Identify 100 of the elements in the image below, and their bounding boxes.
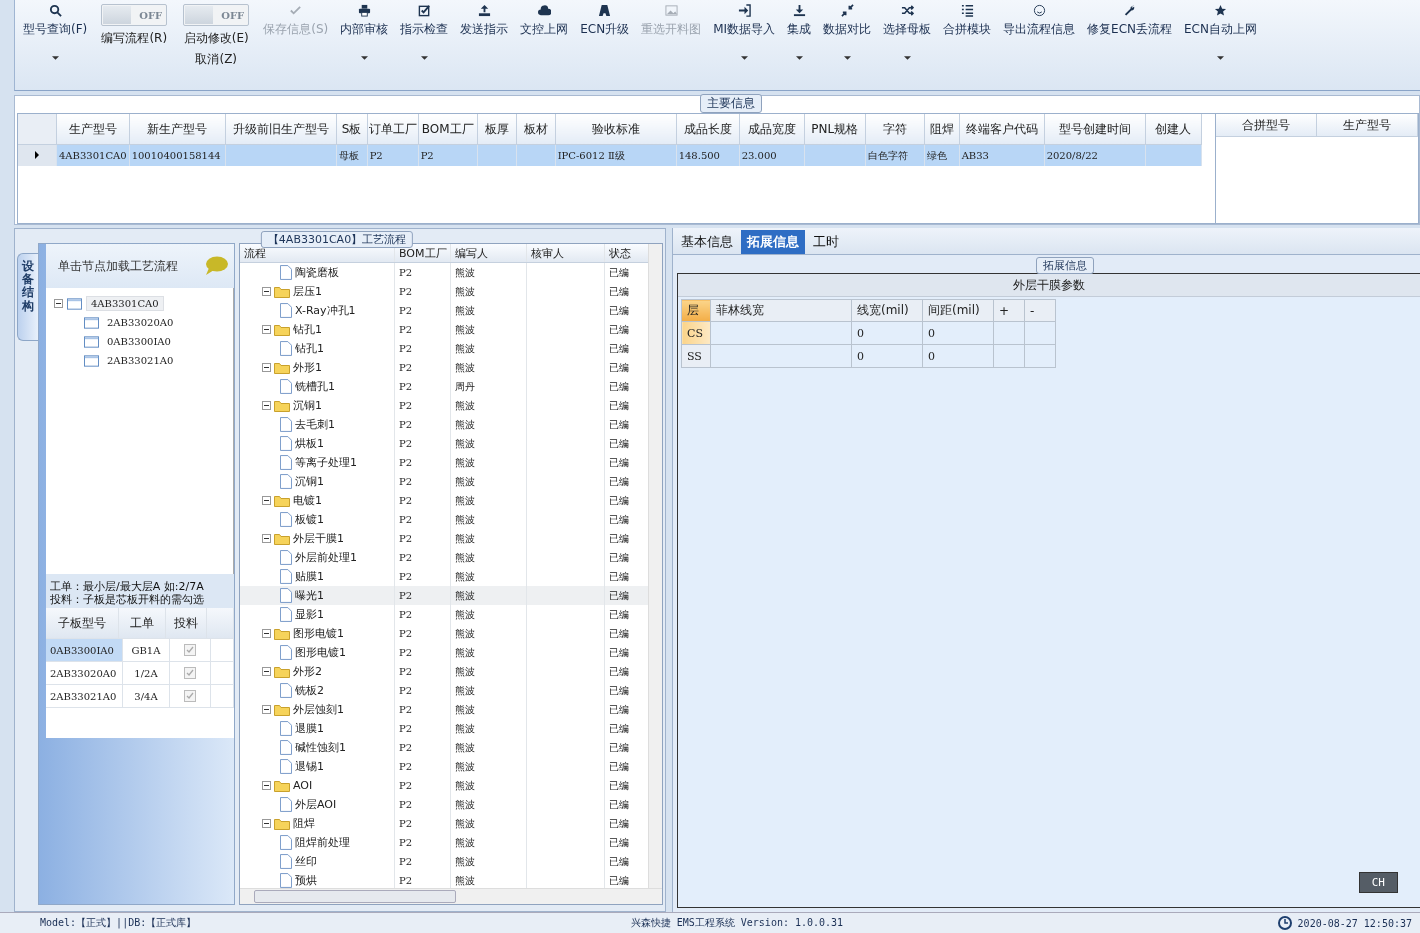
tree-item[interactable]: X-Ray冲孔1 (295, 303, 356, 318)
column-header[interactable]: BOM工厂 (418, 114, 478, 145)
column-header[interactable]: 成品长度 (676, 114, 740, 145)
column-header[interactable]: 线宽(mil) (851, 299, 923, 322)
column-header[interactable]: 间距(mil) (922, 299, 994, 322)
column-header[interactable]: 核审人 (527, 244, 605, 262)
tree-item[interactable]: 外形1 (293, 360, 322, 375)
column-header[interactable]: 验收标准 (555, 114, 677, 145)
collapse-icon[interactable] (262, 819, 271, 828)
tab[interactable]: 基本信息 (675, 230, 739, 254)
tree-item[interactable]: 烘板1 (295, 436, 324, 451)
column-header[interactable]: 阻焊 (924, 114, 960, 145)
column-header[interactable]: 创建人 (1145, 114, 1202, 145)
toolbar-button[interactable]: 修复ECN丢流程 (1083, 4, 1177, 68)
horizontal-scrollbar[interactable] (240, 888, 662, 904)
tab[interactable]: 拓展信息 (741, 230, 805, 254)
tree-item[interactable]: 层压1 (293, 284, 322, 299)
column-header[interactable]: 字符 (865, 114, 925, 145)
tree-item[interactable]: 电镀1 (293, 493, 322, 508)
collapse-icon[interactable] (54, 299, 63, 308)
column-header[interactable]: 订单工厂 (367, 114, 419, 145)
toolbar-button[interactable]: ECN升级 (576, 4, 634, 68)
column-header[interactable]: 终端客户代码 (959, 114, 1045, 145)
column-header[interactable]: 编写人 (451, 244, 527, 262)
column-header[interactable]: 板材 (516, 114, 556, 145)
tree-item[interactable]: 贴膜1 (295, 569, 324, 584)
tree-item[interactable]: 钻孔1 (295, 341, 324, 356)
tree-item[interactable]: 阻焊前处理 (295, 835, 350, 850)
tree-item[interactable]: 沉铜1 (293, 398, 322, 413)
tree-item[interactable]: 图形电镀1 (293, 626, 344, 641)
tree-item[interactable]: 钻孔1 (293, 322, 322, 337)
column-header[interactable]: 投料 (166, 608, 207, 638)
column-header[interactable]: 生产型号 (1317, 114, 1418, 136)
column-header[interactable]: PNL规格 (804, 114, 866, 145)
collapse-icon[interactable] (262, 534, 271, 543)
tree-item[interactable]: 铣槽孔1 (295, 379, 335, 394)
toolbar-button[interactable]: 选择母板 (879, 4, 936, 68)
tree-item[interactable]: 陶瓷磨板 (295, 265, 339, 280)
column-header[interactable]: - (1024, 299, 1056, 322)
tree-item[interactable]: 2AB33020A0 (103, 316, 178, 329)
toolbar-button[interactable]: 型号查询(F) (19, 4, 92, 68)
collapse-icon[interactable] (262, 363, 271, 372)
collapse-icon[interactable] (262, 667, 271, 676)
toolbar-button[interactable]: 文控上网 (516, 4, 573, 68)
toolbar-button[interactable]: 数据对比 (819, 4, 876, 68)
table-cell[interactable]: 0AB3300IA0 (46, 639, 123, 661)
tree-item[interactable]: 铣板2 (295, 683, 324, 698)
tree-item[interactable]: 等离子处理1 (295, 455, 357, 470)
column-header[interactable]: 新生产型号 (129, 114, 226, 145)
tree-item[interactable]: 4AB3301CA0 (86, 296, 164, 311)
collapse-icon[interactable] (262, 325, 271, 334)
toolbar-button[interactable]: 合拼模块 (939, 4, 996, 68)
tree-item[interactable]: 预烘 (295, 873, 317, 888)
table-cell[interactable]: SS (681, 344, 711, 368)
tree-item[interactable]: 图形电镀1 (295, 645, 346, 660)
tree-item[interactable]: 碱性蚀刻1 (295, 740, 346, 755)
table-cell[interactable]: CS (681, 321, 711, 345)
tree-item[interactable]: 阻焊 (293, 816, 315, 831)
checkbox[interactable] (184, 667, 196, 679)
column-header[interactable]: 板厚 (477, 114, 517, 145)
table-cell[interactable]: 2AB33021A0 (46, 685, 123, 707)
toolbar-button[interactable]: 导出流程信息 (999, 4, 1080, 68)
column-header[interactable]: 子板型号 (46, 608, 119, 638)
vertical-tab[interactable]: 设备结构 (17, 253, 38, 341)
collapse-icon[interactable] (262, 496, 271, 505)
tree-item[interactable]: 2AB33021A0 (103, 354, 178, 367)
column-header[interactable]: 流程 (240, 244, 395, 262)
tree-item[interactable]: 退锡1 (295, 759, 324, 774)
column-header[interactable]: BOM工厂 (395, 244, 451, 262)
tree-item[interactable]: 沉铜1 (295, 474, 324, 489)
toolbar-button[interactable]: 发送指示 (456, 4, 513, 68)
column-header[interactable]: 菲林线宽 (710, 299, 852, 322)
tree-item[interactable]: 退膜1 (295, 721, 324, 736)
table-cell[interactable]: 2AB33020A0 (46, 662, 123, 684)
column-header[interactable]: 合拼型号 (1216, 114, 1317, 136)
collapse-icon[interactable] (262, 629, 271, 638)
tree-item[interactable]: 外层蚀刻1 (293, 702, 344, 717)
column-header[interactable]: 层 (681, 299, 711, 322)
column-header[interactable]: 工单 (119, 608, 166, 638)
toolbar-button[interactable]: ECN自动上网 (1180, 4, 1261, 68)
toolbar-button[interactable]: MI数据导入 (709, 4, 780, 68)
column-header[interactable]: S板 (336, 114, 368, 145)
collapse-icon[interactable] (262, 781, 271, 790)
collapse-icon[interactable] (262, 401, 271, 410)
column-header[interactable]: 成品宽度 (739, 114, 805, 145)
tree-item[interactable]: 去毛刺1 (295, 417, 335, 432)
vertical-scrollbar[interactable] (648, 244, 662, 888)
input-method-indicator[interactable]: CH (1358, 872, 1398, 893)
toolbar-button[interactable]: 集成 (783, 4, 816, 68)
tree-item[interactable]: 0AB3300IA0 (103, 335, 175, 348)
toolbar-button[interactable]: 指示检查 (396, 4, 453, 68)
collapse-icon[interactable] (262, 287, 271, 296)
checkbox[interactable] (184, 644, 196, 656)
tab[interactable]: 工时 (807, 230, 845, 254)
tree-item[interactable]: 外层干膜1 (293, 531, 344, 546)
column-header[interactable]: 生产型号 (56, 114, 130, 145)
column-header[interactable]: 状态 (605, 244, 641, 262)
tree-item[interactable]: 显影1 (295, 607, 324, 622)
tree-item[interactable]: 外形2 (293, 664, 322, 679)
tree-item[interactable]: 板镀1 (295, 512, 324, 527)
